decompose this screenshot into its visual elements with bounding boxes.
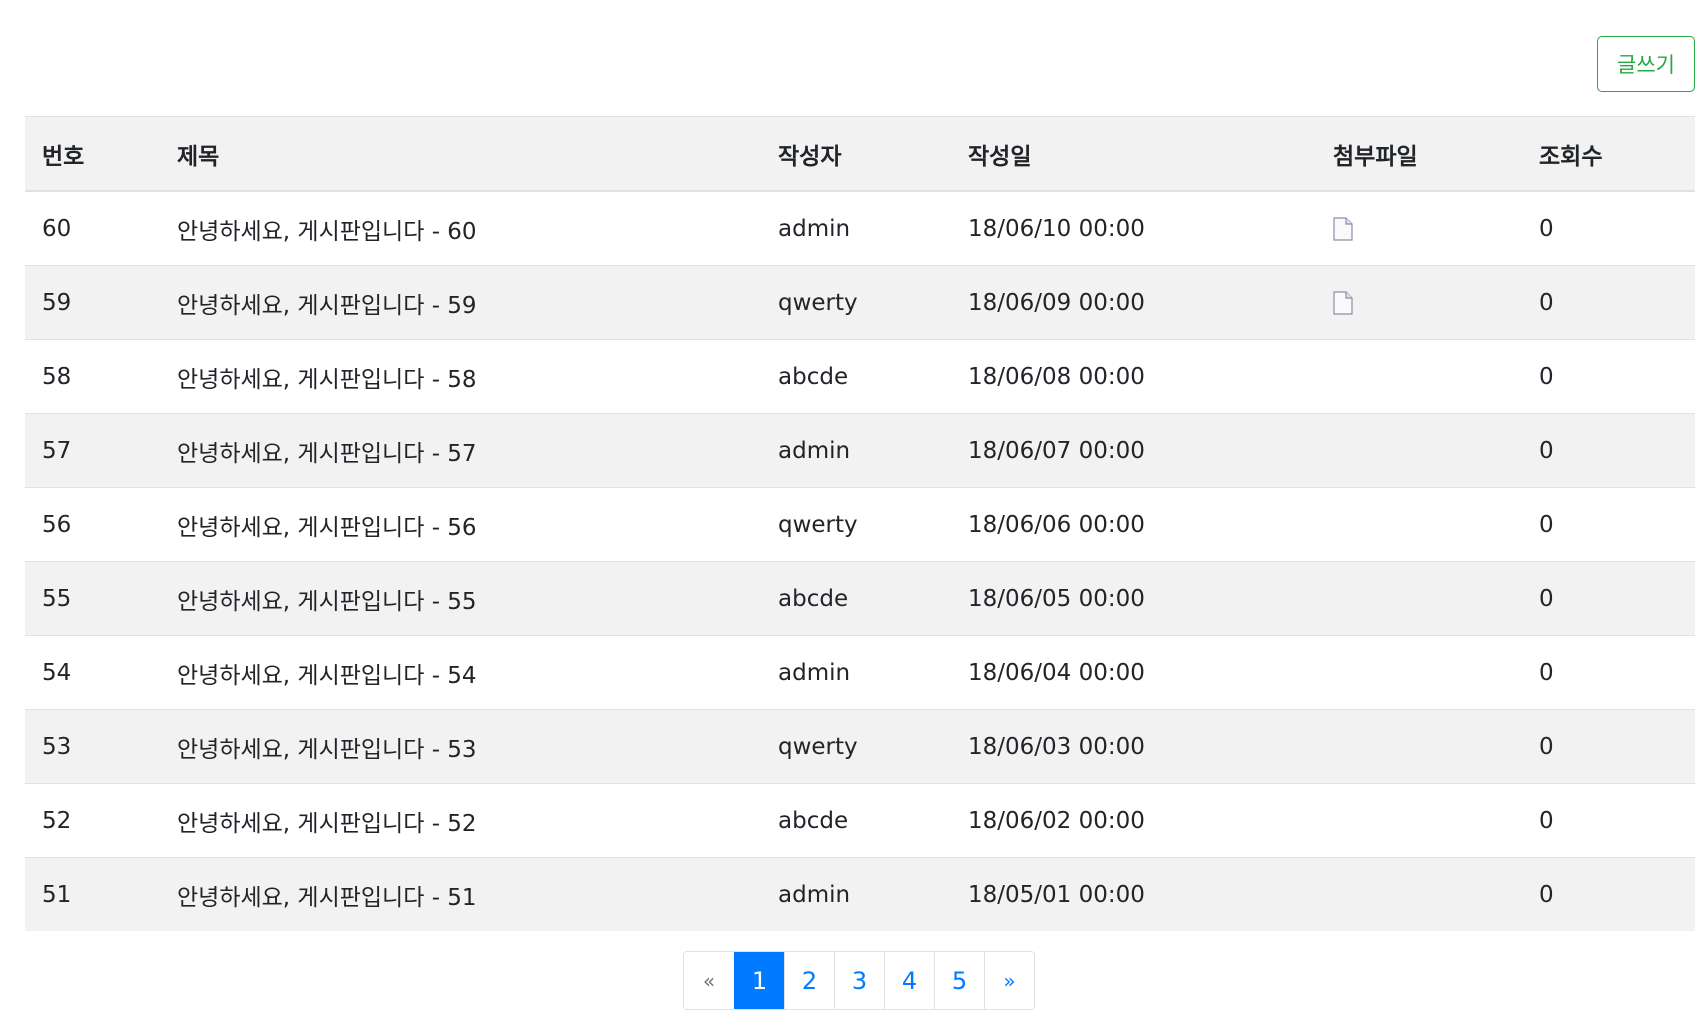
post-attachment (1316, 339, 1522, 414)
post-number: 58 (25, 339, 160, 414)
post-date: 18/06/09 00:00 (951, 265, 1316, 340)
write-button[interactable]: 글쓰기 (1597, 36, 1695, 92)
post-date: 18/05/01 00:00 (951, 857, 1316, 931)
header-views: 조회수 (1522, 116, 1695, 192)
post-views: 0 (1522, 487, 1695, 562)
post-title-link[interactable]: 안녕하세요, 게시판입니다 - 58 (160, 339, 761, 414)
header-number: 번호 (25, 116, 160, 192)
post-number: 57 (25, 413, 160, 488)
post-author: admin (761, 857, 951, 931)
table-row[interactable]: 51 안녕하세요, 게시판입니다 - 51 admin 18/05/01 00:00 0 (25, 857, 1695, 931)
post-views: 0 (1522, 561, 1695, 636)
post-date: 18/06/06 00:00 (951, 487, 1316, 562)
page-3-button[interactable]: 3 (834, 952, 884, 1009)
table-header-row: 번호 제목 작성자 작성일 첨부파일 조회수 (25, 116, 1695, 192)
post-number: 56 (25, 487, 160, 562)
table-row[interactable]: 52 안녕하세요, 게시판입니다 - 52 abcde 18/06/02 00:00 0 (25, 783, 1695, 858)
table-row[interactable]: 59 안녕하세요, 게시판입니다 - 59 qwerty 18/06/09 00:00… (25, 265, 1695, 340)
post-author: abcde (761, 783, 951, 858)
header-author: 작성자 (761, 116, 951, 192)
page-prev-button[interactable]: « (684, 952, 734, 1009)
post-date: 18/06/08 00:00 (951, 339, 1316, 414)
board-table: 번호 제목 작성자 작성일 첨부파일 조회수 60 안녕하세요, 게시판입니다 -… (25, 116, 1695, 931)
post-author: admin (761, 190, 951, 266)
page-4-button[interactable]: 4 (884, 952, 934, 1009)
post-views: 0 (1522, 783, 1695, 858)
post-attachment (1316, 265, 1522, 340)
post-number: 59 (25, 265, 160, 340)
post-author: admin (761, 635, 951, 710)
post-number: 54 (25, 635, 160, 710)
post-attachment (1316, 413, 1522, 488)
post-number: 60 (25, 190, 160, 266)
post-title-link[interactable]: 안녕하세요, 게시판입니다 - 54 (160, 635, 761, 710)
page-next-button[interactable]: » (984, 952, 1034, 1009)
post-title-link[interactable]: 안녕하세요, 게시판입니다 - 60 (160, 190, 761, 266)
table-row[interactable]: 60 안녕하세요, 게시판입니다 - 60 admin 18/06/10 00:00 0 (25, 190, 1695, 266)
post-attachment (1316, 561, 1522, 636)
header-title: 제목 (160, 116, 761, 192)
post-title-link[interactable]: 안녕하세요, 게시판입니다 - 57 (160, 413, 761, 488)
post-title-link[interactable]: 안녕하세요, 게시판입니다 - 52 (160, 783, 761, 858)
page-1-button[interactable]: 1 (734, 952, 784, 1009)
post-number: 51 (25, 857, 160, 931)
file-icon[interactable] (1333, 216, 1353, 242)
post-date: 18/06/04 00:00 (951, 635, 1316, 710)
post-views: 0 (1522, 413, 1695, 488)
post-author: qwerty (761, 709, 951, 784)
page-5-button[interactable]: 5 (934, 952, 984, 1009)
post-views: 0 (1522, 857, 1695, 931)
table-row[interactable]: 58 안녕하세요, 게시판입니다 - 58 abcde 18/06/08 00:00 0 (25, 339, 1695, 414)
post-number: 52 (25, 783, 160, 858)
post-author: abcde (761, 561, 951, 636)
table-row[interactable]: 57 안녕하세요, 게시판입니다 - 57 admin 18/06/07 00:00 0 (25, 413, 1695, 488)
file-icon[interactable] (1333, 290, 1353, 316)
table-row[interactable]: 56 안녕하세요, 게시판입니다 - 56 qwerty 18/06/06 00:00… (25, 487, 1695, 562)
post-date: 18/06/10 00:00 (951, 190, 1316, 266)
post-date: 18/06/02 00:00 (951, 783, 1316, 858)
post-views: 0 (1522, 190, 1695, 266)
post-attachment (1316, 857, 1522, 931)
post-views: 0 (1522, 339, 1695, 414)
post-attachment (1316, 487, 1522, 562)
post-views: 0 (1522, 265, 1695, 340)
post-title-link[interactable]: 안녕하세요, 게시판입니다 - 53 (160, 709, 761, 784)
table-row[interactable]: 54 안녕하세요, 게시판입니다 - 54 admin 18/06/04 00:00 0 (25, 635, 1695, 710)
header-attachment: 첨부파일 (1316, 116, 1522, 192)
table-body: 60 안녕하세요, 게시판입니다 - 60 admin 18/06/10 00:00 0… (25, 190, 1695, 931)
post-number: 55 (25, 561, 160, 636)
post-title-link[interactable]: 안녕하세요, 게시판입니다 - 51 (160, 857, 761, 931)
post-title-link[interactable]: 안녕하세요, 게시판입니다 - 56 (160, 487, 761, 562)
post-date: 18/06/07 00:00 (951, 413, 1316, 488)
post-author: abcde (761, 339, 951, 414)
post-number: 53 (25, 709, 160, 784)
page-2-button[interactable]: 2 (784, 952, 834, 1009)
header-date: 작성일 (951, 116, 1316, 192)
post-attachment (1316, 783, 1522, 858)
post-date: 18/06/05 00:00 (951, 561, 1316, 636)
post-author: qwerty (761, 265, 951, 340)
table-row[interactable]: 53 안녕하세요, 게시판입니다 - 53 qwerty 18/06/03 00:00… (25, 709, 1695, 784)
pagination: « 1 2 3 4 5 » (683, 951, 1035, 1010)
post-author: qwerty (761, 487, 951, 562)
post-attachment (1316, 709, 1522, 784)
table-row[interactable]: 55 안녕하세요, 게시판입니다 - 55 abcde 18/06/05 00:00 0 (25, 561, 1695, 636)
post-title-link[interactable]: 안녕하세요, 게시판입니다 - 55 (160, 561, 761, 636)
post-title-link[interactable]: 안녕하세요, 게시판입니다 - 59 (160, 265, 761, 340)
post-author: admin (761, 413, 951, 488)
post-attachment (1316, 190, 1522, 266)
post-views: 0 (1522, 635, 1695, 710)
post-views: 0 (1522, 709, 1695, 784)
post-attachment (1316, 635, 1522, 710)
post-date: 18/06/03 00:00 (951, 709, 1316, 784)
